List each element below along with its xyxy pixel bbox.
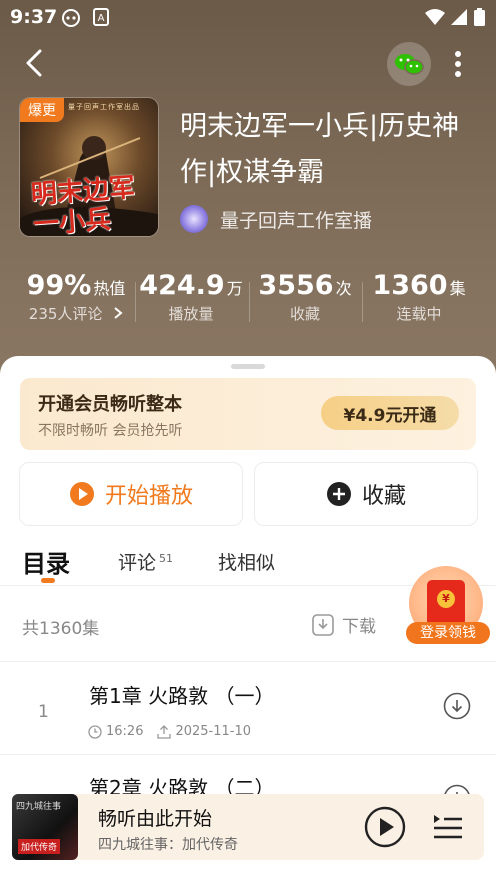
cover-subtitle: 量子回声工作室出品 (68, 103, 140, 111)
vip-subtitle: 不限时畅听 会员抢先听 (38, 423, 183, 439)
cover-title: 明末边军一小兵 (30, 173, 136, 236)
episode-count: 共1360集 (22, 619, 100, 639)
coin-icon: ¥ (437, 590, 455, 608)
play-icon (364, 806, 406, 848)
tab-catalog[interactable]: 目录 (22, 544, 70, 579)
stat-favorites-label: 收藏 (289, 305, 320, 323)
mini-player-subtitle: 四九城往事：加代传奇 (98, 837, 238, 853)
app-notification-icon: A (93, 8, 109, 30)
status-time: 9:37 (10, 6, 58, 28)
plus-circle-icon (326, 481, 352, 507)
mini-player-cover-badge: 加代传奇 (18, 839, 61, 854)
download-label: 下载 (342, 617, 376, 637)
clock-icon (88, 724, 102, 739)
episode-meta: 16:26 2025-11-10 (88, 724, 265, 739)
book-title: 明末边军一小兵|历史神作|权谋争霸 (180, 111, 460, 188)
author-row[interactable]: 量子回声工作室播 (180, 204, 372, 234)
play-circle-icon (69, 481, 95, 507)
signal-icon (450, 8, 468, 30)
episode-date: 2025-11-10 (175, 724, 252, 739)
playlist-icon (434, 815, 462, 839)
episode-title: 第1章 火路敦 （一） (89, 684, 275, 708)
stat-plays-unit: 万 (226, 279, 243, 298)
stat-episodes-value: 1360 (372, 270, 448, 301)
stat-rating-unit: 热值 (93, 279, 126, 298)
stat-plays: 424.9 万 播放量 (136, 270, 246, 324)
stat-divider (362, 282, 363, 322)
start-play-label: 开始播放 (104, 484, 193, 509)
chevron-right-icon (114, 307, 123, 319)
red-packet-widget[interactable]: ¥ 登录领钱 (406, 566, 490, 648)
wifi-icon (424, 8, 446, 30)
stat-favorites: 3556 次 收藏 (250, 270, 360, 324)
notification-icon (60, 8, 82, 32)
book-cover[interactable]: 爆更 量子回声工作室出品 明末边军一小兵 (20, 98, 158, 236)
vip-title: 开通会员畅听整本 (38, 394, 182, 415)
batch-download-button[interactable]: 下载 (312, 612, 376, 637)
author-avatar (180, 205, 208, 233)
mini-player-cover[interactable]: 四九城往事 加代传奇 (12, 794, 78, 860)
drag-handle[interactable] (231, 364, 265, 369)
mini-player[interactable]: 四九城往事 加代传奇 畅听由此开始 四九城往事：加代传奇 (12, 794, 484, 860)
more-button[interactable] (446, 46, 470, 82)
tab-similar[interactable]: 找相似 (218, 548, 275, 575)
chevron-left-icon (26, 49, 42, 77)
stat-rating-label: 235人评论 (28, 305, 103, 323)
active-tab-indicator (41, 578, 55, 583)
upload-icon (157, 724, 172, 739)
stat-plays-value: 424.9 (139, 270, 225, 301)
wechat-share-button[interactable] (387, 42, 431, 86)
start-play-button[interactable]: 开始播放 (19, 462, 243, 526)
status-bar: 9:37 A (0, 0, 496, 34)
comments-count-badge: 51 (159, 551, 174, 565)
stat-favorites-value: 3556 (258, 270, 334, 301)
episode-row[interactable]: 1 第1章 火路敦 （一） 16:26 2025-11-10 (0, 662, 496, 754)
stat-rating-value: 99% (26, 270, 92, 301)
favorite-label: 收藏 (361, 484, 406, 509)
stat-plays-label: 播放量 (168, 305, 214, 323)
red-packet-label: 登录领钱 (406, 622, 490, 644)
vip-banner[interactable]: 开通会员畅听整本 不限时畅听 会员抢先听 ¥4.9元开通 (20, 378, 476, 450)
vip-open-button[interactable]: ¥4.9元开通 (321, 396, 459, 430)
favorite-button[interactable]: 收藏 (254, 462, 478, 526)
mini-player-play-button[interactable] (364, 806, 406, 852)
stat-episodes-label: 连载中 (396, 305, 442, 323)
tab-comments-label: 评论 (118, 552, 157, 574)
playlist-button[interactable] (432, 811, 464, 847)
episode-download-button[interactable] (443, 692, 471, 724)
more-vertical-icon (455, 51, 461, 77)
svg-text:A: A (98, 13, 105, 24)
author-name: 量子回声工作室播 (220, 209, 373, 232)
episode-index: 1 (38, 702, 49, 722)
download-circle-icon (443, 692, 471, 720)
cover-tag: 爆更 (20, 98, 64, 122)
stat-episodes: 1360 集 连载中 (364, 270, 474, 324)
back-button[interactable] (20, 48, 50, 78)
episode-duration: 16:26 (106, 724, 144, 739)
mini-player-title: 畅听由此开始 (98, 808, 213, 830)
battery-icon (474, 8, 485, 30)
stat-rating[interactable]: 99% 热值 235人评论 (22, 270, 130, 324)
mini-player-cover-title: 四九城往事 (16, 802, 62, 812)
stat-episodes-unit: 集 (449, 279, 466, 298)
download-icon (312, 613, 334, 636)
tab-comments[interactable]: 评论 51 (118, 548, 173, 575)
stat-favorites-unit: 次 (335, 279, 352, 298)
wechat-icon (395, 54, 424, 75)
